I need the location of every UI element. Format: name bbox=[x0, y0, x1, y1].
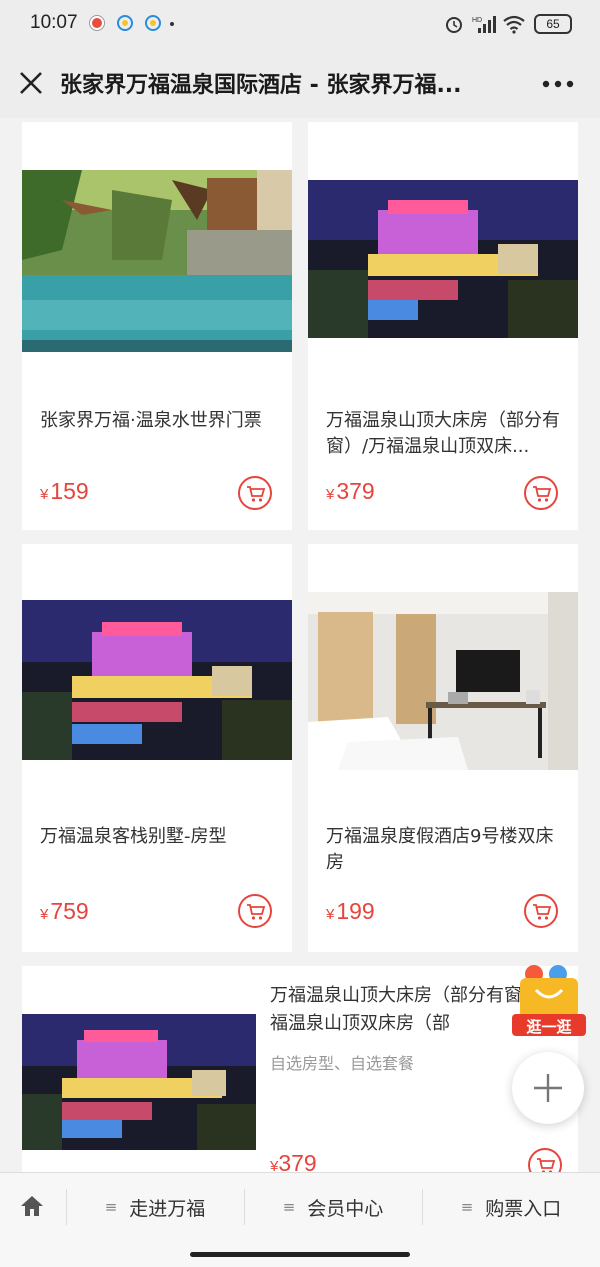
price-value: 379 bbox=[278, 1150, 317, 1172]
product-price: ¥199 bbox=[326, 898, 375, 925]
menu-list-icon: ≡ bbox=[460, 1198, 474, 1216]
svg-text:HD: HD bbox=[472, 17, 482, 24]
product-title: 万福温泉客栈别墅-房型 bbox=[40, 826, 227, 847]
product-title: 万福温泉山顶大床房（部分有窗）/万福温泉山顶双床... bbox=[326, 410, 560, 457]
menu-item-tickets[interactable]: ≡ 购票入口 bbox=[422, 1173, 600, 1241]
hotel-room-image bbox=[308, 592, 578, 770]
shop-label: 逛一逛 bbox=[526, 1018, 572, 1036]
shopping-bag-button[interactable]: 逛一逛 bbox=[512, 962, 586, 1038]
price-value: 159 bbox=[50, 478, 89, 504]
battery-indicator: 65 bbox=[534, 14, 572, 34]
add-button[interactable] bbox=[512, 1052, 584, 1124]
page-title: 张家界万福温泉国际酒店 - 张家界万福... bbox=[60, 73, 462, 98]
status-time: 10:07 bbox=[30, 12, 78, 33]
cart-icon bbox=[247, 486, 266, 502]
menu-item-about[interactable]: ≡ 走进万福 bbox=[66, 1173, 244, 1241]
menu-list-icon: ≡ bbox=[282, 1198, 296, 1216]
product-list: 张家界万福·温泉水世界门票 ¥159 万福温泉山顶大床房（部分有窗）/万福温泉山… bbox=[0, 118, 600, 1172]
add-to-cart-button[interactable] bbox=[528, 1148, 562, 1172]
product-card[interactable]: 万福温泉山顶大床房（部分有窗）/万福温泉山顶双床... ¥379 bbox=[308, 122, 578, 530]
currency-symbol: ¥ bbox=[40, 906, 49, 923]
currency-symbol: ¥ bbox=[326, 906, 335, 923]
currency-symbol: ¥ bbox=[40, 486, 49, 503]
nav-bar: 张家界万福温泉国际酒店 - 张家界万福... bbox=[0, 50, 600, 118]
add-to-cart-button[interactable] bbox=[238, 894, 272, 928]
bottom-menu: ≡ 走进万福 ≡ 会员中心 ≡ 购票入口 bbox=[0, 1172, 600, 1240]
hotel-night-image bbox=[22, 1014, 256, 1150]
price-value: 379 bbox=[336, 478, 375, 504]
close-icon[interactable] bbox=[18, 70, 44, 96]
product-price: ¥159 bbox=[40, 478, 89, 505]
status-bar: 10:07 HD 65 bbox=[0, 0, 600, 50]
product-card-wide[interactable]: 万福温泉山顶大床房（部分有窗）/万福温泉山顶双床房（部 自选房型、自选套餐 ¥3… bbox=[22, 966, 578, 1172]
home-icon bbox=[21, 1196, 43, 1216]
cart-icon bbox=[533, 486, 552, 502]
product-card[interactable]: 万福温泉客栈别墅-房型 ¥759 bbox=[22, 544, 292, 952]
product-price: ¥379 bbox=[270, 1150, 317, 1172]
menu-item-label: 会员中心 bbox=[307, 1197, 384, 1220]
product-subtitle: 自选房型、自选套餐 bbox=[270, 1054, 415, 1073]
app-notification-icon bbox=[145, 15, 161, 31]
product-card[interactable]: 张家界万福·温泉水世界门票 ¥159 bbox=[22, 122, 292, 530]
hotel-night-image bbox=[22, 600, 292, 760]
price-value: 759 bbox=[50, 898, 89, 924]
notification-icon bbox=[90, 16, 104, 30]
app-notification-icon bbox=[117, 15, 133, 31]
more-options-icon[interactable] bbox=[542, 80, 574, 88]
cart-icon bbox=[537, 1158, 556, 1172]
add-to-cart-button[interactable] bbox=[524, 894, 558, 928]
wifi-icon bbox=[503, 15, 525, 34]
cart-icon bbox=[247, 904, 266, 920]
menu-item-label: 购票入口 bbox=[485, 1197, 562, 1220]
product-title: 张家界万福·温泉水世界门票 bbox=[40, 410, 262, 431]
menu-item-member[interactable]: ≡ 会员中心 bbox=[244, 1173, 422, 1241]
add-to-cart-button[interactable] bbox=[238, 476, 272, 510]
cart-icon bbox=[533, 904, 552, 920]
product-card[interactable]: 万福温泉度假酒店9号楼双床房 ¥199 bbox=[308, 544, 578, 952]
gesture-bar bbox=[0, 1240, 600, 1267]
add-to-cart-button[interactable] bbox=[524, 476, 558, 510]
hotel-night-image bbox=[308, 180, 578, 338]
currency-symbol: ¥ bbox=[326, 486, 335, 503]
home-indicator[interactable] bbox=[190, 1252, 410, 1257]
plus-icon bbox=[534, 1074, 562, 1102]
home-button[interactable] bbox=[0, 1173, 66, 1241]
more-notifications-icon bbox=[170, 22, 174, 26]
product-title: 万福温泉度假酒店9号楼双床房 bbox=[326, 826, 554, 873]
price-value: 199 bbox=[336, 898, 375, 924]
product-price: ¥379 bbox=[326, 478, 375, 505]
alarm-icon bbox=[446, 17, 462, 33]
menu-item-label: 走进万福 bbox=[129, 1197, 206, 1220]
menu-list-icon: ≡ bbox=[104, 1198, 118, 1216]
hot-spring-pool-image bbox=[22, 170, 292, 352]
product-price: ¥759 bbox=[40, 898, 89, 925]
signal-icon: HD bbox=[472, 16, 496, 33]
